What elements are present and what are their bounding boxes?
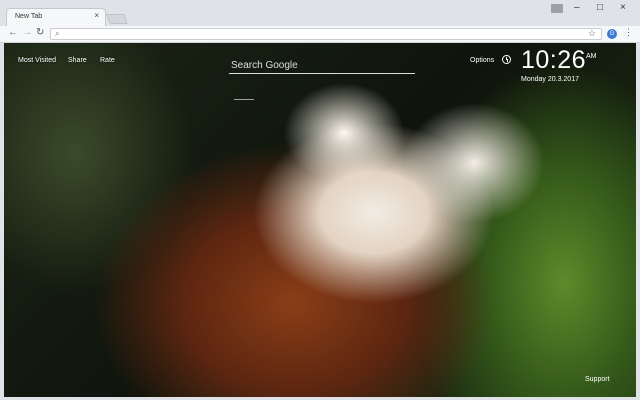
search-input[interactable]	[229, 56, 417, 75]
maximize-icon[interactable]: □	[597, 3, 603, 13]
clock-date: Monday 20.3.2017	[521, 76, 579, 83]
search-decoration	[234, 99, 254, 100]
reload-icon[interactable]: ↻	[36, 28, 44, 38]
options-link[interactable]: Options	[470, 57, 494, 64]
share-link[interactable]: Share	[68, 57, 87, 64]
minimize-icon[interactable]: –	[574, 3, 580, 13]
forward-icon[interactable]: →	[22, 28, 32, 38]
tab-new-tab[interactable]: New Tab ×	[6, 8, 106, 26]
back-icon[interactable]: ←	[8, 28, 18, 38]
search-box[interactable]	[229, 55, 417, 75]
new-tab-button[interactable]	[106, 14, 128, 24]
bookmark-star-icon[interactable]: ☆	[588, 29, 596, 38]
address-bar[interactable]: ⌕ ☆	[50, 28, 602, 40]
support-link[interactable]: Support	[585, 376, 610, 383]
clock-ampm: AM	[586, 53, 597, 60]
title-bar: New Tab × – □ ×	[0, 0, 640, 26]
tab-close-icon[interactable]: ×	[94, 12, 99, 20]
search-icon: ⌕	[55, 29, 60, 38]
extension-icon[interactable]: G	[607, 29, 617, 39]
clock-icon[interactable]	[502, 55, 511, 64]
tab-title: New Tab	[15, 13, 43, 20]
clock-time: 10:26	[521, 46, 587, 74]
user-icon[interactable]	[551, 4, 563, 13]
new-tab-page: Most Visited Share Rate Options 10:26 AM…	[4, 43, 636, 397]
rate-link[interactable]: Rate	[100, 57, 115, 64]
menu-icon[interactable]: ⋮	[624, 28, 633, 37]
close-window-icon[interactable]: ×	[620, 3, 626, 13]
browser-toolbar: ← → ↻ ⌕ ☆ G ⋮	[0, 26, 640, 43]
most-visited-link[interactable]: Most Visited	[18, 57, 56, 64]
